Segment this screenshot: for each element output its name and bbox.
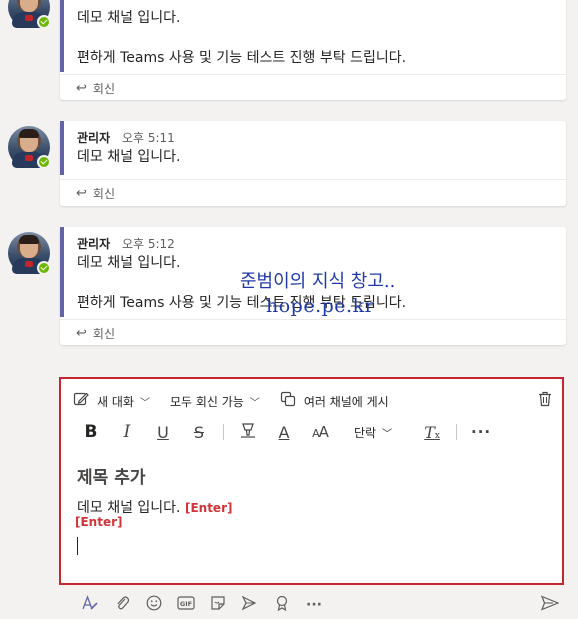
compose-options-bar: 새 대화 ﹀ 모두 회신 가능 ﹀ 여러 채널에 게시 [73, 391, 552, 411]
available-status-icon [37, 155, 51, 169]
message-timestamp: 오후 5:12 [121, 237, 175, 251]
message-card[interactable]: 관리자 오후 5:11 데모 채널 입니다. ↩ 회신 [60, 121, 566, 206]
format-icon[interactable] [74, 595, 106, 615]
message-author[interactable]: 관리자 [77, 237, 110, 251]
reply-label: 회신 [92, 186, 115, 201]
reply-permission-label: 모두 회신 가능 [169, 394, 244, 409]
reply-icon: ↩ [76, 325, 87, 341]
message-author[interactable]: 관리자 [77, 131, 110, 145]
svg-text:GIF: GIF [180, 600, 192, 608]
delete-draft-icon[interactable] [538, 391, 552, 411]
gif-icon[interactable]: GIF [170, 595, 202, 615]
message-body-text: 데모 채널 입니다. [77, 500, 181, 516]
post-in-multiple-channels-button[interactable]: 여러 채널에 게시 [280, 391, 389, 411]
enter-annotation: [Enter] [184, 501, 233, 515]
post-in-multiple-channels-label: 여러 채널에 게시 [303, 394, 389, 409]
praise-icon[interactable] [266, 595, 298, 615]
toolbar-divider [456, 424, 458, 440]
paragraph-style-label: 단락 [354, 425, 377, 440]
reply-button[interactable]: ↩ 회신 [60, 74, 566, 101]
strikethrough-icon[interactable]: S [181, 423, 217, 442]
message-line: 편하게 Teams 사용 및 기능 테스트 진행 부탁 드립니다. [77, 295, 407, 311]
chevron-down-icon: ﹀ [382, 428, 393, 440]
compose-actions-bar: GIF ··· [74, 595, 564, 615]
sticker-icon[interactable] [202, 595, 234, 615]
message-line: 데모 채널 입니다. [77, 255, 181, 271]
clear-formatting-icon[interactable]: Tx [414, 423, 450, 442]
reply-button[interactable]: ↩ 회신 [60, 319, 566, 346]
chevron-down-icon: ﹀ [249, 397, 260, 409]
avatar[interactable] [8, 0, 51, 29]
message-line: 데모 채널 입니다. [77, 10, 181, 26]
compose-box[interactable]: 새 대화 ﹀ 모두 회신 가능 ﹀ 여러 채널에 게시 B I U S A AA… [59, 377, 564, 585]
message-timestamp: 오후 5:11 [121, 131, 175, 145]
italic-icon[interactable]: I [109, 422, 145, 442]
multiple-channels-icon [280, 391, 296, 411]
reply-button[interactable]: ↩ 회신 [60, 179, 566, 206]
message-line: 편하게 Teams 사용 및 기능 테스트 진행 부탁 드립니다. [77, 50, 407, 66]
avatar[interactable] [8, 232, 51, 275]
font-size-icon[interactable]: AA [302, 423, 338, 441]
paragraph-style-dropdown[interactable]: 단락 ﹀ [354, 424, 392, 441]
send-icon[interactable] [540, 595, 560, 615]
reply-label: 회신 [92, 81, 115, 96]
formatting-toolbar: B I U S A AA 단락 ﹀ Tx ··· [73, 421, 552, 443]
enter-annotation: [Enter] [75, 515, 123, 529]
reply-icon: ↩ [76, 185, 87, 201]
chevron-down-icon: ﹀ [139, 397, 150, 409]
message-body[interactable]: 데모 채널 입니다. [Enter] [77, 497, 232, 517]
reply-icon: ↩ [76, 80, 87, 96]
more-icon[interactable]: ··· [298, 597, 330, 613]
bold-icon[interactable]: B [73, 422, 109, 442]
subject-field[interactable]: 제목 추가 [77, 463, 145, 488]
emoji-icon[interactable] [138, 595, 170, 615]
message-line [77, 28, 566, 48]
toolbar-divider [223, 424, 224, 440]
underline-icon[interactable]: U [145, 423, 181, 442]
highlight-icon[interactable] [230, 422, 266, 442]
available-status-icon [37, 261, 51, 275]
font-color-icon[interactable]: A [266, 423, 302, 442]
more-options-icon[interactable]: ··· [463, 423, 499, 441]
message-line [77, 273, 566, 293]
text-cursor [77, 537, 78, 555]
available-status-icon [37, 15, 51, 29]
message-card[interactable]: 데모 채널 입니다. 편하게 Teams 사용 및 기능 테스트 진행 부탁 드… [60, 0, 566, 100]
new-conversation-button[interactable]: 새 대화 ﹀ [73, 391, 150, 411]
reply-permission-dropdown[interactable]: 모두 회신 가능 ﹀ [170, 393, 260, 410]
attach-icon[interactable] [106, 595, 138, 615]
edit-icon [73, 391, 89, 411]
reply-label: 회신 [92, 326, 115, 341]
message-card[interactable]: 관리자 오후 5:12 데모 채널 입니다. 편하게 Teams 사용 및 기능… [60, 227, 566, 345]
meet-now-icon[interactable] [234, 595, 266, 615]
avatar[interactable] [8, 126, 51, 169]
new-conversation-label: 새 대화 [97, 394, 134, 409]
message-line: 데모 채널 입니다. [77, 149, 181, 165]
